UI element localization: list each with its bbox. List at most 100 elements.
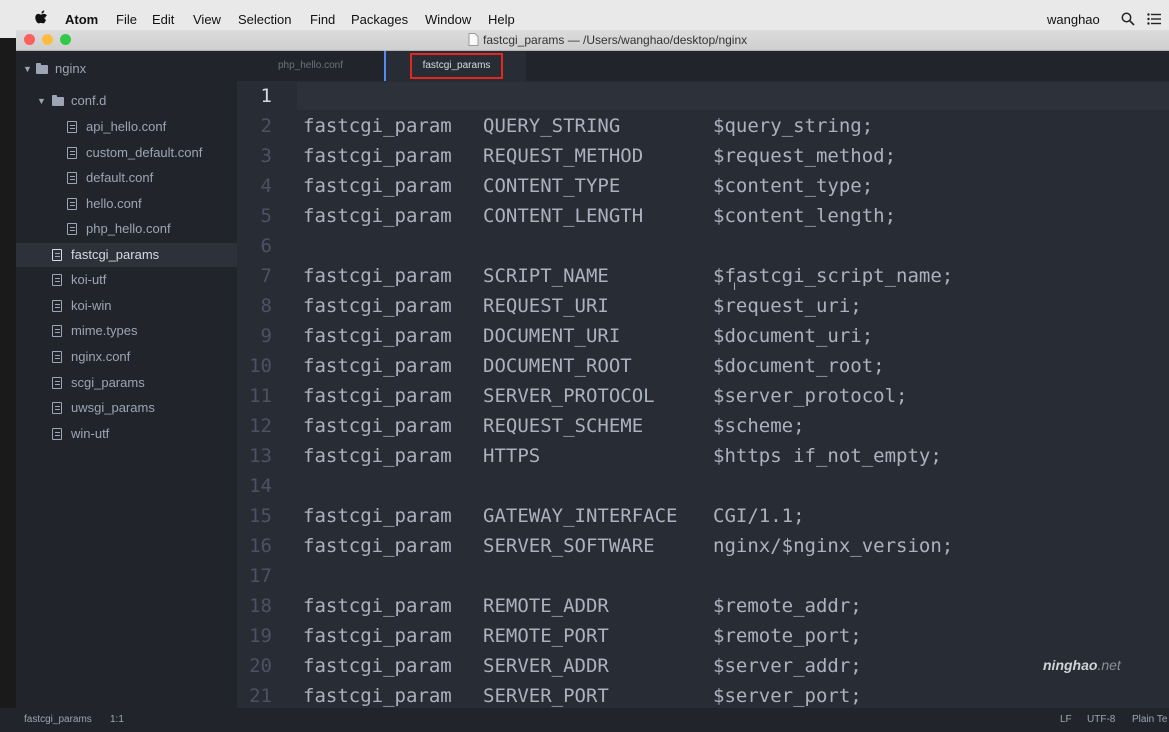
text-cursor-icon: I bbox=[733, 281, 737, 293]
status-encoding[interactable]: UTF-8 bbox=[1087, 708, 1115, 732]
code-name: GATEWAY_INTERFACE bbox=[483, 505, 678, 527]
tree-file-label: api_hello.conf bbox=[86, 119, 167, 134]
zoom-window-button[interactable] bbox=[60, 34, 71, 45]
code-value: $request_uri; bbox=[713, 295, 862, 317]
code-directive: fastcgi_param bbox=[303, 535, 452, 557]
tab-fastcgi-params[interactable]: fastcgi_params bbox=[386, 51, 526, 81]
line-number: 7 bbox=[260, 265, 272, 287]
tree-file-hello-conf[interactable]: hello.conf bbox=[16, 192, 237, 216]
status-grammar[interactable]: Plain Te bbox=[1132, 708, 1167, 732]
tree-file-custom-default-conf[interactable]: custom_default.conf bbox=[16, 141, 237, 165]
tree-file-koi-win[interactable]: koi-win bbox=[16, 294, 237, 318]
line-number: 2 bbox=[260, 115, 272, 137]
tree-file-label: custom_default.conf bbox=[86, 145, 203, 160]
file-text-icon bbox=[52, 300, 62, 312]
code-directive: fastcgi_param bbox=[303, 295, 452, 317]
window-title: fastcgi_params — /Users/wanghao/desktop/… bbox=[483, 33, 748, 47]
tree-file-label: hello.conf bbox=[86, 196, 142, 211]
code-name: SERVER_SOFTWARE bbox=[483, 535, 655, 557]
tree-file-scgi-params[interactable]: scgi_params bbox=[16, 371, 237, 395]
window-title-bar[interactable]: fastcgi_params — /Users/wanghao/desktop/… bbox=[16, 30, 1169, 51]
cursor-line-highlight bbox=[297, 82, 1169, 110]
tree-file-label: mime.types bbox=[71, 323, 138, 338]
tree-file-label: nginx.conf bbox=[71, 349, 131, 364]
code-directive: fastcgi_param bbox=[303, 445, 452, 467]
folder-icon bbox=[36, 63, 48, 74]
code-directive: fastcgi_param bbox=[303, 325, 452, 347]
close-window-button[interactable] bbox=[24, 34, 35, 45]
file-text-icon bbox=[67, 198, 77, 210]
tree-folder-label: conf.d bbox=[71, 93, 107, 108]
line-number: 13 bbox=[249, 445, 272, 467]
file-text-icon bbox=[52, 402, 62, 414]
spotlight-search-icon[interactable] bbox=[1121, 12, 1135, 26]
file-text-icon bbox=[67, 121, 77, 133]
watermark-brand: ninghao bbox=[1043, 657, 1098, 673]
code-value: $server_addr; bbox=[713, 655, 862, 677]
file-text-icon bbox=[52, 325, 62, 337]
tree-file-nginx-conf[interactable]: nginx.conf bbox=[16, 345, 237, 369]
file-text-icon bbox=[52, 274, 62, 286]
menu-find[interactable]: Find bbox=[310, 11, 335, 29]
code-name: HTTPS bbox=[483, 445, 541, 467]
code-directive: fastcgi_param bbox=[303, 625, 452, 647]
tree-root-folder[interactable]: ▼ nginx bbox=[16, 57, 237, 81]
status-line-ending[interactable]: LF bbox=[1060, 708, 1072, 732]
code-value: $https if_not_empty; bbox=[713, 445, 942, 467]
notification-center-icon[interactable] bbox=[1147, 12, 1161, 26]
tree-file-api-hello-conf[interactable]: api_hello.conf bbox=[16, 115, 237, 139]
file-text-icon bbox=[52, 428, 62, 440]
menu-packages[interactable]: Packages bbox=[351, 11, 408, 29]
code-value: $server_port; bbox=[713, 685, 862, 707]
chevron-down-icon: ▼ bbox=[37, 96, 46, 106]
line-number: 18 bbox=[249, 595, 272, 617]
chevron-down-icon: ▼ bbox=[23, 64, 32, 74]
menu-file[interactable]: File bbox=[116, 11, 137, 29]
menu-edit[interactable]: Edit bbox=[152, 11, 174, 29]
line-number: 8 bbox=[260, 295, 272, 317]
line-number: 19 bbox=[249, 625, 272, 647]
tab-highlight-box: fastcgi_params bbox=[410, 53, 503, 79]
status-file-name[interactable]: fastcgi_params bbox=[24, 708, 92, 732]
code-value: $document_uri; bbox=[713, 325, 874, 347]
code-name: REMOTE_ADDR bbox=[483, 595, 609, 617]
menu-view[interactable]: View bbox=[193, 11, 221, 29]
tab-php-hello-conf[interactable]: php_hello.conf bbox=[237, 51, 386, 81]
code-directive: fastcgi_param bbox=[303, 415, 452, 437]
tree-file-default-conf[interactable]: default.conf bbox=[16, 166, 237, 190]
watermark: ninghao.net bbox=[1043, 657, 1121, 673]
line-number: 17 bbox=[249, 565, 272, 587]
code-name: REMOTE_PORT bbox=[483, 625, 609, 647]
line-number: 10 bbox=[249, 355, 272, 377]
menu-help[interactable]: Help bbox=[488, 11, 515, 29]
menu-window[interactable]: Window bbox=[425, 11, 471, 29]
tree-file-label: default.conf bbox=[86, 170, 154, 185]
menu-app-name[interactable]: Atom bbox=[65, 11, 98, 29]
minimize-window-button[interactable] bbox=[42, 34, 53, 45]
apple-logo-icon[interactable] bbox=[34, 10, 48, 26]
tree-file-koi-utf[interactable]: koi-utf bbox=[16, 268, 237, 292]
tree-file-uwsgi-params[interactable]: uwsgi_params bbox=[16, 396, 237, 420]
tree-file-label: win-utf bbox=[71, 426, 110, 441]
code-value: $query_string; bbox=[713, 115, 874, 137]
code-directive: fastcgi_param bbox=[303, 685, 452, 707]
code-value: $remote_addr; bbox=[713, 595, 862, 617]
code-name: SCRIPT_NAME bbox=[483, 265, 609, 287]
line-number: 16 bbox=[249, 535, 272, 557]
tree-file-php-hello-conf[interactable]: php_hello.conf bbox=[16, 217, 237, 241]
document-icon bbox=[468, 33, 479, 46]
code-value: $request_method; bbox=[713, 145, 897, 167]
menu-selection[interactable]: Selection bbox=[238, 11, 291, 29]
menubar-username[interactable]: wanghao bbox=[1047, 11, 1100, 29]
tree-folder-conf-d[interactable]: ▼ conf.d bbox=[16, 89, 237, 113]
code-value: $scheme; bbox=[713, 415, 805, 437]
code-directive: fastcgi_param bbox=[303, 205, 452, 227]
line-number: 21 bbox=[249, 685, 272, 707]
tree-file-win-utf[interactable]: win-utf bbox=[16, 422, 237, 446]
code-directive: fastcgi_param bbox=[303, 655, 452, 677]
tree-file-fastcgi-params[interactable]: fastcgi_params bbox=[16, 243, 237, 267]
code-editor[interactable]: 1 2 3 4 5 6 7 8 9 10 11 12 13 14 15 16 17 18 19 20 21 fastcg… bbox=[237, 81, 1169, 708]
tree-file-mime-types[interactable]: mime.types bbox=[16, 319, 237, 343]
status-cursor-position[interactable]: 1:1 bbox=[110, 708, 124, 732]
code-value: $fastcgi_script_name; bbox=[713, 265, 954, 287]
